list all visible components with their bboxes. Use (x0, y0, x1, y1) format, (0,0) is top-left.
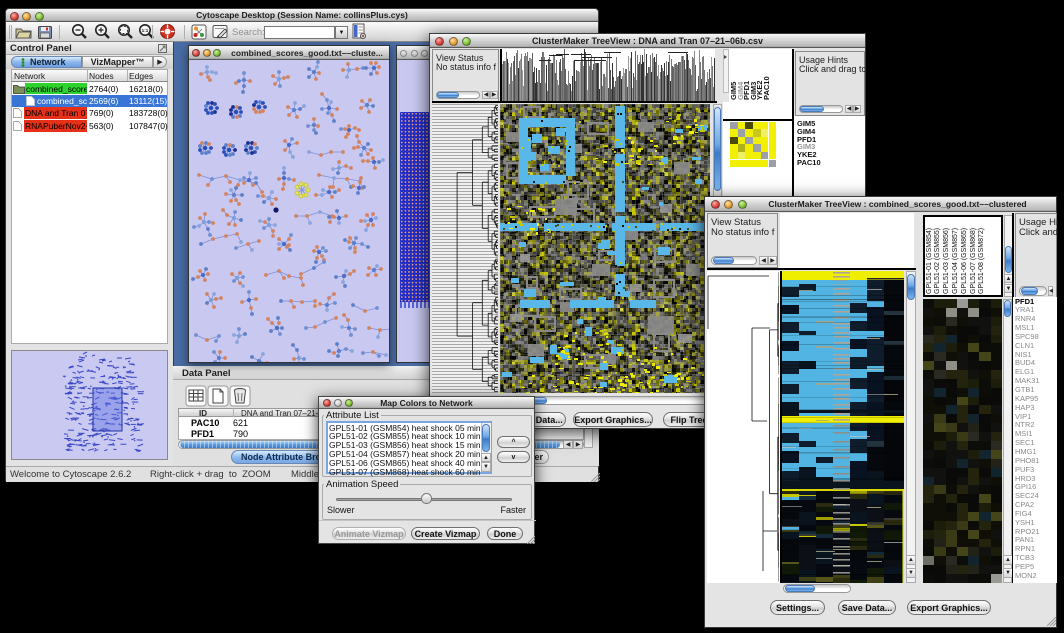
svg-text:1:1: 1:1 (142, 28, 149, 33)
